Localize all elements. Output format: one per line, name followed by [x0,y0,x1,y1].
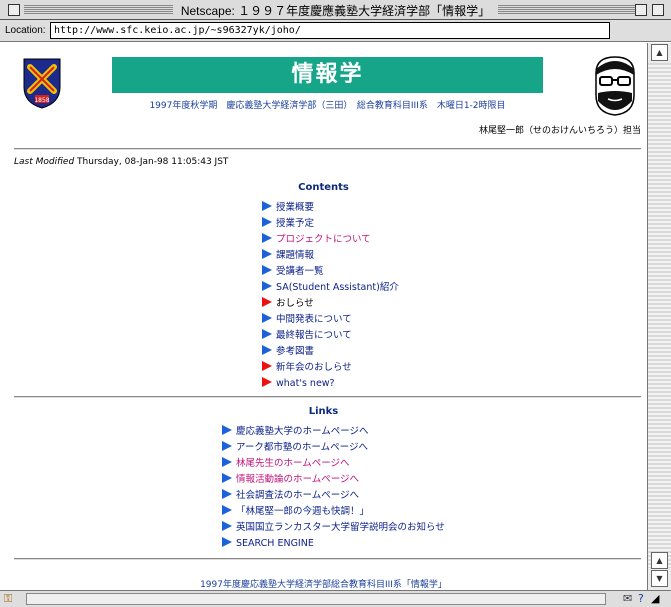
blue-triangle-icon [262,345,272,355]
scroll-down-arrow-icon[interactable]: ▼ [651,570,668,587]
blue-triangle-icon [262,281,272,291]
contents-link[interactable]: 参考図書 [276,346,314,357]
location-label: Location: [5,25,46,36]
external-link[interactable]: 情報活動論のホームページへ [236,474,359,485]
blue-triangle-icon [262,265,272,275]
author-credit: 林尾堅一郎（せのおけんいちろう）担当 [478,126,641,136]
blue-triangle-icon [222,457,232,467]
last-modified-label: Last Modified [14,157,75,167]
contents-link[interactable]: 授業予定 [276,218,314,229]
list-item: 最終報告について [262,328,399,344]
links-heading: Links [308,406,339,417]
list-item: おしらせ [262,296,399,312]
list-item: SA(Student Assistant)紹介 [262,280,399,296]
red-triangle-icon [262,361,272,371]
contents-link[interactable]: 授業概要 [276,202,314,213]
list-item: プロジェクトについて [262,232,399,248]
last-modified: Last Modified Thursday, 08-Jan-98 11:05:… [14,157,228,167]
external-link[interactable]: SEARCH ENGINE [236,538,314,549]
resize-grip-icon[interactable]: ◢ [651,592,659,605]
help-icon[interactable]: ? [638,592,644,605]
mail-icon[interactable]: ✉ [623,592,632,605]
divider [14,396,641,398]
contents-link[interactable]: SA(Student Assistant)紹介 [276,282,399,293]
blue-triangle-icon [222,473,232,483]
list-item: 新年会のおしらせ [262,360,399,376]
location-bar: Location: http://www.sfc.keio.ac.jp/~s96… [0,20,671,42]
page-content: 1858 情報学 1997年度秋学期 慶応義塾大学経済学部（三田） 総合教育科目… [0,43,647,590]
status-progress-area [26,593,606,605]
contents-link[interactable]: 新年会のおしらせ [276,362,352,373]
list-item: SEARCH ENGINE [222,536,445,552]
list-item: 慶応義塾大学のホームページへ [222,424,445,440]
page-banner-title: 情報学 [112,57,543,93]
blue-triangle-icon [262,201,272,211]
list-item: 英国国立ランカスター大学留学説明会のお知らせ [222,520,445,536]
list-item: 授業概要 [262,200,399,216]
list-item: 課題情報 [262,248,399,264]
contents-heading: Contents [298,182,349,193]
footer-text: 1997年度慶応義塾大学経済学部総合教育科目III系「情報学」 [200,580,447,590]
scroll-up-arrow-icon[interactable]: ▲ [651,552,668,569]
external-link[interactable]: 英国国立ランカスター大学留学説明会のお知らせ [236,522,445,533]
blue-triangle-icon [262,217,272,227]
blue-triangle-icon [222,521,232,531]
blue-triangle-icon [222,537,232,547]
scroll-up-arrow-icon[interactable]: ▲ [651,44,668,61]
list-item: 社会調査法のホームページへ [222,488,445,504]
contents-list: 授業概要 授業予定 プロジェクトについて 課題情報 受講者一覧 SA(Stude… [262,200,399,392]
window-title: Netscape: １９９７年度慶應義塾大学経済学部「情報学」 [172,4,499,18]
blue-triangle-icon [262,249,272,259]
list-item: 情報活動論のホームページへ [222,472,445,488]
external-link[interactable]: 林尾先生のホームページへ [236,458,350,469]
divider [14,558,641,560]
red-triangle-icon [262,297,272,307]
contents-link[interactable]: 中間発表について [276,314,352,325]
blue-triangle-icon [262,329,272,339]
list-item: 参考図書 [262,344,399,360]
red-triangle-icon [262,377,272,387]
keio-crest-icon: 1858 [23,58,61,109]
contents-link[interactable]: 最終報告について [276,330,352,341]
blue-triangle-icon [222,505,232,515]
contents-link[interactable]: 課題情報 [276,250,314,261]
security-key-icon: ⚿ [4,592,13,605]
list-item: 林尾先生のホームページへ [222,456,445,472]
instructor-portrait-icon [595,56,635,116]
window-titlebar[interactable]: Netscape: １９９７年度慶應義塾大学経済学部「情報学」 [0,0,671,20]
contents-link[interactable]: 受講者一覧 [276,266,324,277]
blue-triangle-icon [222,441,232,451]
last-modified-value: Thursday, 08-Jan-98 11:05:43 JST [77,157,229,167]
list-item: 中間発表について [262,312,399,328]
external-link[interactable]: 「林尾堅一郎の今週も快調！」 [236,506,369,517]
contents-link[interactable]: what's new? [276,378,335,389]
external-link[interactable]: 慶応義塾大学のホームページへ [236,426,369,437]
status-bar: ⚿ ✉ ? ◢ [0,590,671,607]
links-list: 慶応義塾大学のホームページへ アーク都市塾のホームページへ 林尾先生のホームペー… [222,424,445,552]
blue-triangle-icon [222,425,232,435]
list-item: 授業予定 [262,216,399,232]
scroll-track[interactable] [648,63,671,568]
blue-triangle-icon [222,489,232,499]
divider [14,148,641,150]
contents-link[interactable]: プロジェクトについて [276,234,371,245]
crest-year: 1858 [34,97,49,104]
url-input[interactable]: http://www.sfc.keio.ac.jp/~s96327yk/joho… [50,22,610,39]
list-item: アーク都市塾のホームページへ [222,440,445,456]
list-item: what's new? [262,376,399,392]
blue-triangle-icon [262,233,272,243]
external-link[interactable]: アーク都市塾のホームページへ [236,442,368,453]
vertical-scrollbar[interactable]: ▲ ▲ ▼ [647,43,671,590]
blue-triangle-icon [262,313,272,323]
course-subtitle: 1997年度秋学期 慶応義塾大学経済学部（三田） 総合教育科目III系 木曜日1… [149,101,506,111]
contents-link[interactable]: おしらせ [276,298,314,309]
external-link[interactable]: 社会調査法のホームページへ [236,490,359,501]
list-item: 受講者一覧 [262,264,399,280]
list-item: 「林尾堅一郎の今週も快調！」 [222,504,445,520]
